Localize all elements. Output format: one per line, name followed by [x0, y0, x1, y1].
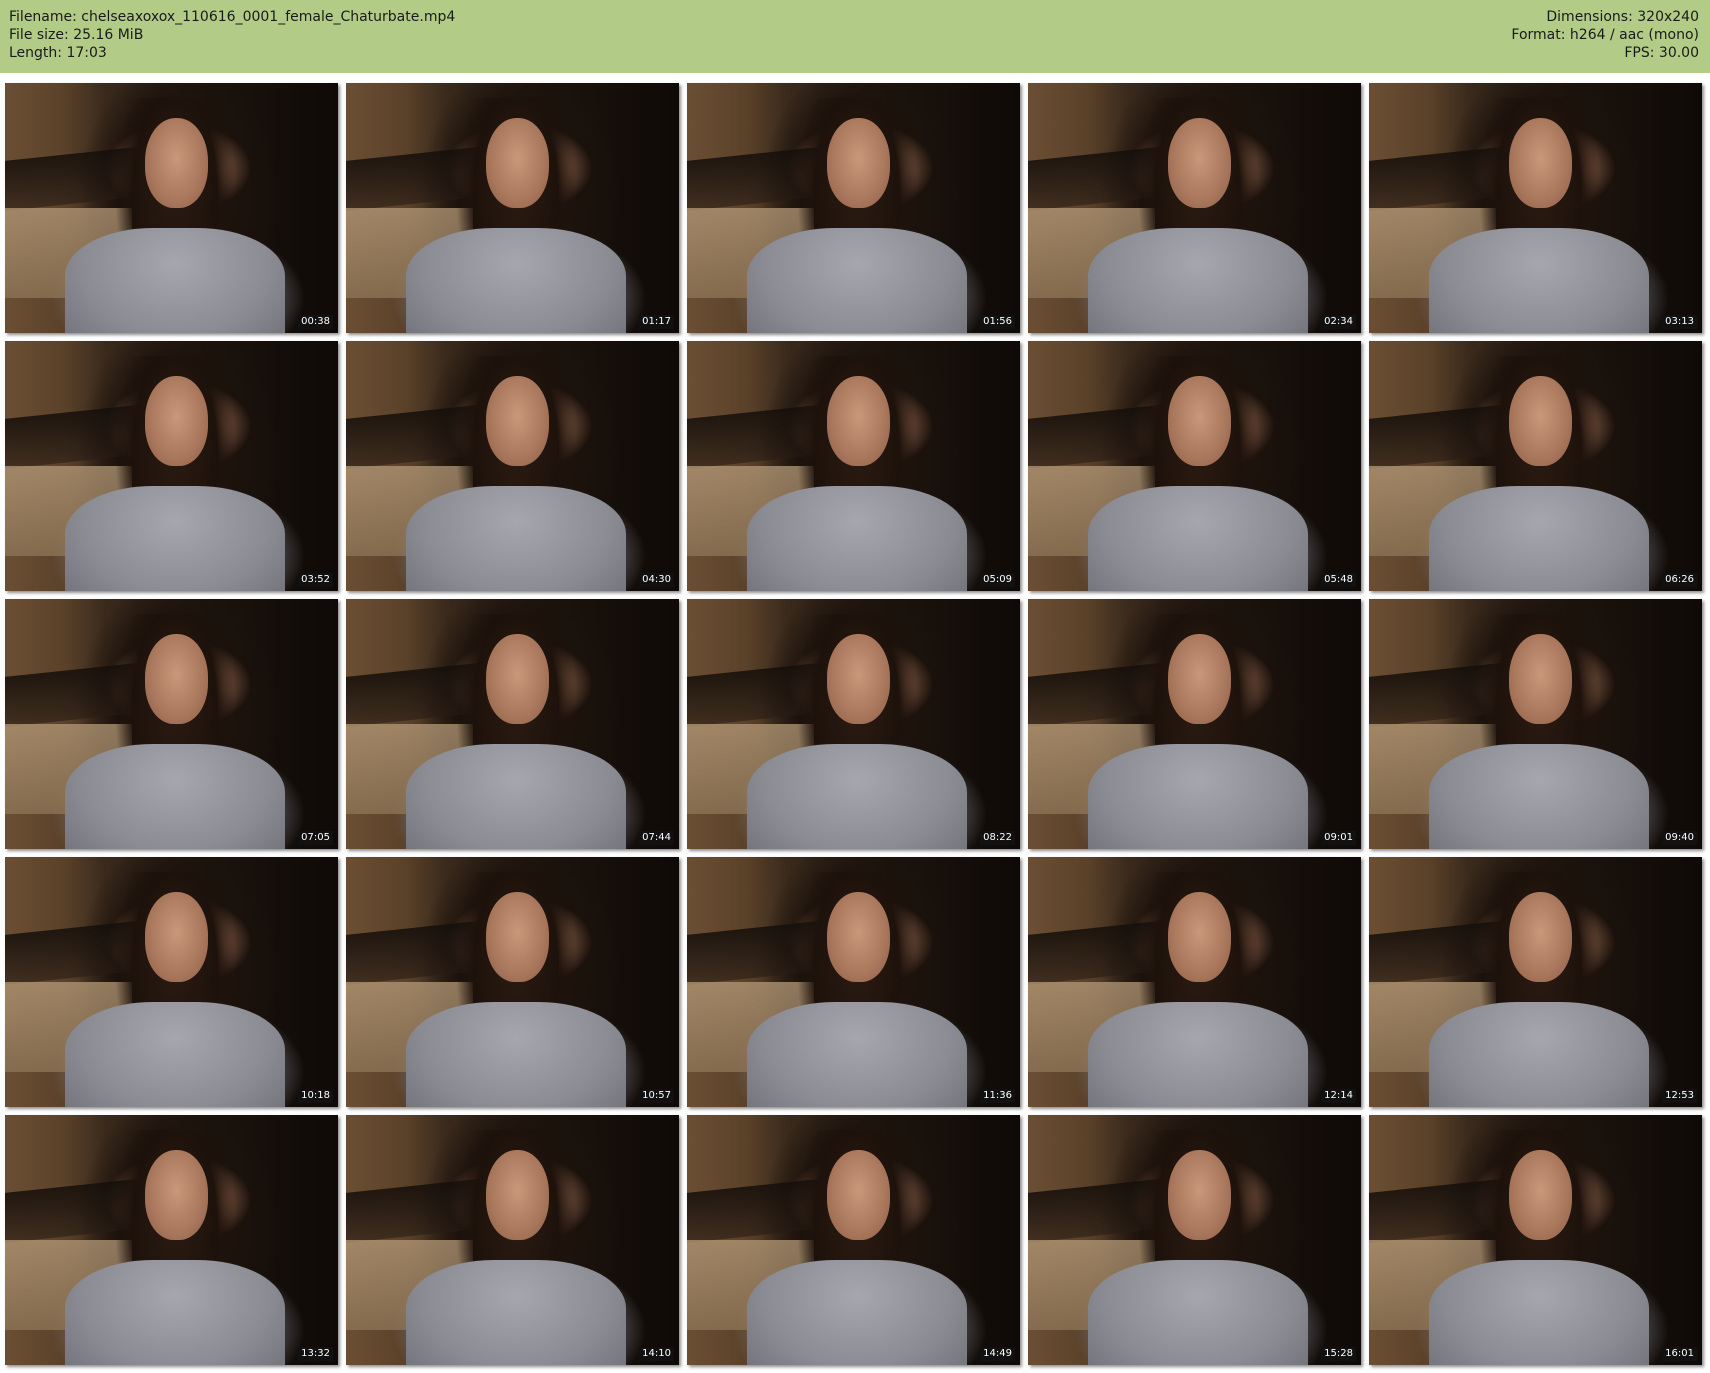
thumbnail: 13:32	[5, 1115, 338, 1365]
thumbnail-grid: 00:38 01:17 01:56 02:34 03:13 03:52 04:3…	[5, 83, 1705, 1366]
file-info-left: Filename: chelseaxoxox_110616_0001_femal…	[9, 8, 455, 62]
dimensions-text: Dimensions: 320x240	[1546, 9, 1699, 25]
thumbnail-timestamp: 16:01	[1662, 1347, 1697, 1361]
thumbnail: 09:40	[1369, 599, 1702, 849]
thumbnail-timestamp: 10:18	[298, 1089, 333, 1103]
thumbnail: 14:49	[687, 1115, 1020, 1365]
thumbnail-timestamp: 12:14	[1321, 1089, 1356, 1103]
thumbnail-timestamp: 01:56	[980, 315, 1015, 329]
thumbnail: 05:48	[1028, 341, 1361, 591]
thumbnail-timestamp: 02:34	[1321, 315, 1356, 329]
thumbnail: 04:30	[346, 341, 679, 591]
thumbnail-timestamp: 03:52	[298, 573, 333, 587]
thumbnail-timestamp: 09:40	[1662, 831, 1697, 845]
fps-text: FPS: 30.00	[1624, 45, 1699, 61]
thumbnail-timestamp: 13:32	[298, 1347, 333, 1361]
thumbnail: 03:13	[1369, 83, 1702, 333]
thumbnail: 10:18	[5, 857, 338, 1107]
thumbnail-timestamp: 04:30	[639, 573, 674, 587]
thumbnail: 12:53	[1369, 857, 1702, 1107]
thumbnail: 10:57	[346, 857, 679, 1107]
filesize-text: File size: 25.16 MiB	[9, 27, 144, 43]
info-header: Filename: chelseaxoxox_110616_0001_femal…	[0, 0, 1710, 73]
thumbnail: 09:01	[1028, 599, 1361, 849]
thumbnail-timestamp: 14:10	[639, 1347, 674, 1361]
thumbnail-timestamp: 07:44	[639, 831, 674, 845]
thumbnail-timestamp: 06:26	[1662, 573, 1697, 587]
file-info-right: Dimensions: 320x240 Format: h264 / aac (…	[1511, 8, 1699, 62]
thumbnail: 15:28	[1028, 1115, 1361, 1365]
thumbnail-timestamp: 07:05	[298, 831, 333, 845]
thumbnail: 16:01	[1369, 1115, 1702, 1365]
format-text: Format: h264 / aac (mono)	[1511, 27, 1699, 43]
thumbnail: 08:22	[687, 599, 1020, 849]
thumbnail: 14:10	[346, 1115, 679, 1365]
thumbnail-timestamp: 09:01	[1321, 831, 1356, 845]
thumbnail-timestamp: 05:09	[980, 573, 1015, 587]
filename-text: Filename: chelseaxoxox_110616_0001_femal…	[9, 9, 456, 25]
thumbnail-timestamp: 11:36	[980, 1089, 1015, 1103]
thumbnail: 05:09	[687, 341, 1020, 591]
thumbnail-timestamp: 14:49	[980, 1347, 1015, 1361]
thumbnail-timestamp: 03:13	[1662, 315, 1697, 329]
thumbnail-timestamp: 00:38	[298, 315, 333, 329]
thumbnail: 01:56	[687, 83, 1020, 333]
thumbnail-timestamp: 08:22	[980, 831, 1015, 845]
thumbnail-timestamp: 12:53	[1662, 1089, 1697, 1103]
thumbnail-timestamp: 01:17	[639, 315, 674, 329]
thumbnail-timestamp: 10:57	[639, 1089, 674, 1103]
thumbnail-timestamp: 05:48	[1321, 573, 1356, 587]
thumbnail: 00:38	[5, 83, 338, 333]
thumbnail: 12:14	[1028, 857, 1361, 1107]
thumbnail: 06:26	[1369, 341, 1702, 591]
thumbnail: 07:05	[5, 599, 338, 849]
thumbnail-timestamp: 15:28	[1321, 1347, 1356, 1361]
thumbnail: 07:44	[346, 599, 679, 849]
length-text: Length: 17:03	[9, 45, 107, 61]
thumbnail: 03:52	[5, 341, 338, 591]
thumbnail: 01:17	[346, 83, 679, 333]
thumbnail: 11:36	[687, 857, 1020, 1107]
thumbnail: 02:34	[1028, 83, 1361, 333]
